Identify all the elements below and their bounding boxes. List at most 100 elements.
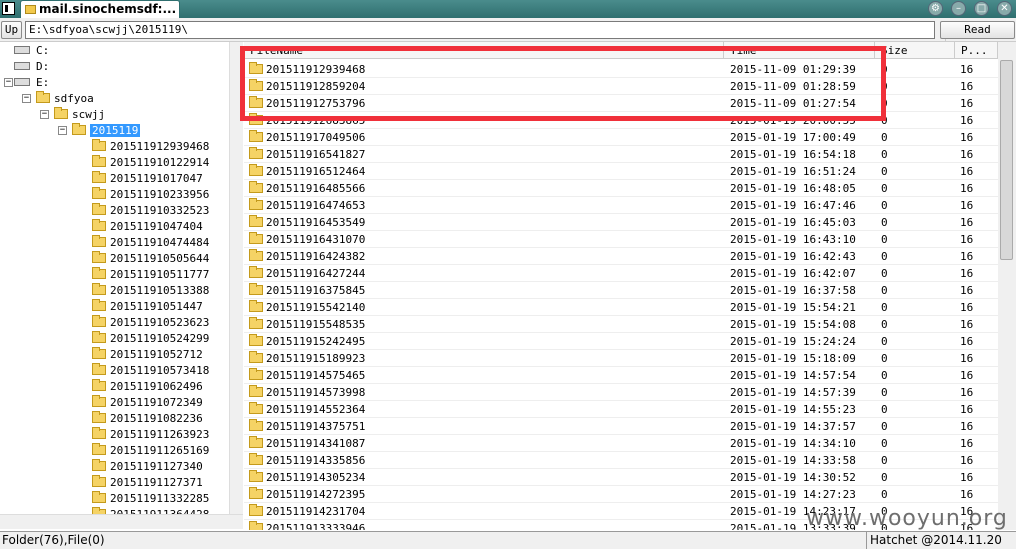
tree-child-folder[interactable]: 201511910332523 bbox=[92, 203, 209, 219]
table-row[interactable]: 201511916431070 2015-01-19 16:43:10 0 16 bbox=[244, 231, 998, 248]
folder-icon bbox=[249, 317, 263, 329]
table-row[interactable]: 201511914272395 2015-01-19 14:27:23 0 16 bbox=[244, 486, 998, 503]
folder-icon bbox=[92, 283, 106, 295]
cell-size: 0 bbox=[881, 165, 888, 178]
folder-icon bbox=[92, 491, 106, 503]
table-row[interactable]: 201511916427244 2015-01-19 16:42:07 0 16 bbox=[244, 265, 998, 282]
cell-p: 16 bbox=[960, 267, 974, 280]
folder-icon bbox=[249, 164, 263, 176]
path-input[interactable]: E:\sdfyoa\scwjj\2015119\ ▼ bbox=[25, 21, 956, 42]
tree-child-folder[interactable]: 201511910524299 bbox=[92, 331, 209, 347]
cell-p: 16 bbox=[960, 318, 974, 331]
tree-drive-e[interactable]: E: bbox=[14, 75, 49, 91]
cell-filename: 201511914375751 bbox=[266, 420, 366, 433]
table-row[interactable]: 201511916541827 2015-01-19 16:54:18 0 16 bbox=[244, 146, 998, 163]
cell-p: 16 bbox=[960, 352, 974, 365]
cell-p: 16 bbox=[960, 454, 974, 467]
table-row[interactable]: 201511914552364 2015-01-19 14:55:23 0 16 bbox=[244, 401, 998, 418]
collapse-icon[interactable]: − bbox=[58, 126, 67, 135]
cell-time: 2015-01-19 14:57:39 bbox=[730, 386, 856, 399]
table-row[interactable]: 201511914375751 2015-01-19 14:37:57 0 16 bbox=[244, 418, 998, 435]
tree-child-folder[interactable]: 201511910511777 bbox=[92, 267, 209, 283]
column-size[interactable]: Size bbox=[875, 42, 955, 59]
close-icon[interactable]: ✕ bbox=[997, 1, 1012, 16]
table-row[interactable]: 201511914575465 2015-01-19 14:57:54 0 16 bbox=[244, 367, 998, 384]
tree-child-label: 20151191051447 bbox=[110, 300, 203, 313]
tree-child-folder[interactable]: 201511910474484 bbox=[92, 235, 209, 251]
tree-child-folder[interactable]: 201511910513388 bbox=[92, 283, 209, 299]
cell-time: 2015-01-19 16:54:18 bbox=[730, 148, 856, 161]
table-row[interactable]: 201511914341087 2015-01-19 14:34:10 0 16 bbox=[244, 435, 998, 452]
tree-folder-scwjj[interactable]: scwjj bbox=[54, 107, 105, 123]
table-row[interactable]: 201511915242495 2015-01-19 15:24:24 0 16 bbox=[244, 333, 998, 350]
tree-child-folder[interactable]: 20151191127371 bbox=[92, 475, 203, 491]
cell-time: 2015-01-19 16:43:10 bbox=[730, 233, 856, 246]
scrollbar-thumb[interactable] bbox=[1000, 60, 1013, 260]
tree-drive-d[interactable]: D: bbox=[14, 59, 49, 75]
table-row[interactable]: 201511915542140 2015-01-19 15:54:21 0 16 bbox=[244, 299, 998, 316]
tree-child-label: 201511910511777 bbox=[110, 268, 210, 281]
cell-size: 0 bbox=[881, 318, 888, 331]
tree-child-folder[interactable]: 20151191127340 bbox=[92, 459, 203, 475]
cell-p: 16 bbox=[960, 437, 974, 450]
status-left: Folder(76),File(0) bbox=[2, 533, 105, 547]
list-vertical-scrollbar[interactable] bbox=[998, 42, 1016, 530]
table-row[interactable]: 201511916375845 2015-01-19 16:37:58 0 16 bbox=[244, 282, 998, 299]
cell-time: 2015-01-19 16:42:43 bbox=[730, 250, 856, 263]
table-row[interactable]: 201511916424382 2015-01-19 16:42:43 0 16 bbox=[244, 248, 998, 265]
tree-drive-c[interactable]: C: bbox=[14, 43, 49, 59]
table-row[interactable]: 201511914335856 2015-01-19 14:33:58 0 16 bbox=[244, 452, 998, 469]
tree-child-label: 201511910505644 bbox=[110, 252, 210, 265]
table-row[interactable]: 201511916512464 2015-01-19 16:51:24 0 16 bbox=[244, 163, 998, 180]
title-bar: mail.sinochemsdf:... ⚙ – □ ✕ bbox=[0, 0, 1016, 18]
app-menu-icon[interactable] bbox=[2, 2, 15, 15]
collapse-icon[interactable]: − bbox=[4, 78, 13, 87]
tree-child-folder[interactable]: 20151191062496 bbox=[92, 379, 203, 395]
tree-child-folder[interactable]: 20151191052712 bbox=[92, 347, 203, 363]
cell-filename: 201511916424382 bbox=[266, 250, 366, 263]
tree-child-folder[interactable]: 20151191017047 bbox=[92, 171, 203, 187]
table-row[interactable]: 201511917049506 2015-01-19 17:00:49 0 16 bbox=[244, 129, 998, 146]
read-button[interactable]: Read bbox=[940, 21, 1015, 39]
tree-child-folder[interactable]: 201511910122914 bbox=[92, 155, 209, 171]
tree-child-label: 201511910332523 bbox=[110, 204, 210, 217]
tree-folder-selected[interactable]: 2015119 bbox=[72, 123, 141, 139]
cell-filename: 201511916512464 bbox=[266, 165, 366, 178]
minimize-icon[interactable]: – bbox=[951, 1, 966, 16]
tree-child-folder[interactable]: 20151191047404 bbox=[92, 219, 203, 235]
table-row[interactable]: 201511914305234 2015-01-19 14:30:52 0 16 bbox=[244, 469, 998, 486]
tree-child-folder[interactable]: 20151191072349 bbox=[92, 395, 203, 411]
folder-icon bbox=[249, 351, 263, 363]
tree-child-folder[interactable]: 201511910523623 bbox=[92, 315, 209, 331]
tree-child-folder[interactable]: 201511910233956 bbox=[92, 187, 209, 203]
tree-child-folder[interactable]: 20151191051447 bbox=[92, 299, 203, 315]
column-p[interactable]: P... bbox=[955, 42, 998, 59]
tree-horizontal-scrollbar[interactable] bbox=[0, 514, 243, 529]
tree-child-folder[interactable]: 201511911364428 bbox=[92, 507, 209, 514]
settings-icon[interactable]: ⚙ bbox=[928, 1, 943, 16]
tree-child-folder[interactable]: 201511911332285 bbox=[92, 491, 209, 507]
table-row[interactable]: 201511916474653 2015-01-19 16:47:46 0 16 bbox=[244, 197, 998, 214]
table-row[interactable]: 201511916485566 2015-01-19 16:48:05 0 16 bbox=[244, 180, 998, 197]
tree-child-label: 20151191017047 bbox=[110, 172, 203, 185]
table-row[interactable]: 201511915548535 2015-01-19 15:54:08 0 16 bbox=[244, 316, 998, 333]
window-tab[interactable]: mail.sinochemsdf:... bbox=[20, 0, 180, 18]
maximize-icon[interactable]: □ bbox=[974, 1, 989, 16]
tree-child-folder[interactable]: 20151191082236 bbox=[92, 411, 203, 427]
tree-child-label: 201511910524299 bbox=[110, 332, 210, 345]
folder-icon bbox=[249, 487, 263, 499]
up-button[interactable]: Up bbox=[1, 21, 22, 39]
collapse-icon[interactable]: − bbox=[40, 110, 49, 119]
collapse-icon[interactable]: − bbox=[22, 94, 31, 103]
folder-tree[interactable]: C: D: − E: − sdfyoa − scwjj − 2015119 20… bbox=[0, 42, 229, 514]
tree-child-folder[interactable]: 201511910505644 bbox=[92, 251, 209, 267]
table-row[interactable]: 201511914573998 2015-01-19 14:57:39 0 16 bbox=[244, 384, 998, 401]
tree-child-folder[interactable]: 201511910573418 bbox=[92, 363, 209, 379]
tree-child-folder[interactable]: 201511911265169 bbox=[92, 443, 209, 459]
tree-child-folder[interactable]: 201511911263923 bbox=[92, 427, 209, 443]
tree-child-folder[interactable]: 201511912939468 bbox=[92, 139, 209, 155]
table-row[interactable]: 201511916453549 2015-01-19 16:45:03 0 16 bbox=[244, 214, 998, 231]
table-row[interactable]: 201511915189923 2015-01-19 15:18:09 0 16 bbox=[244, 350, 998, 367]
cell-filename: 201511915242495 bbox=[266, 335, 366, 348]
tree-folder-sdfyoa[interactable]: sdfyoa bbox=[36, 91, 94, 107]
